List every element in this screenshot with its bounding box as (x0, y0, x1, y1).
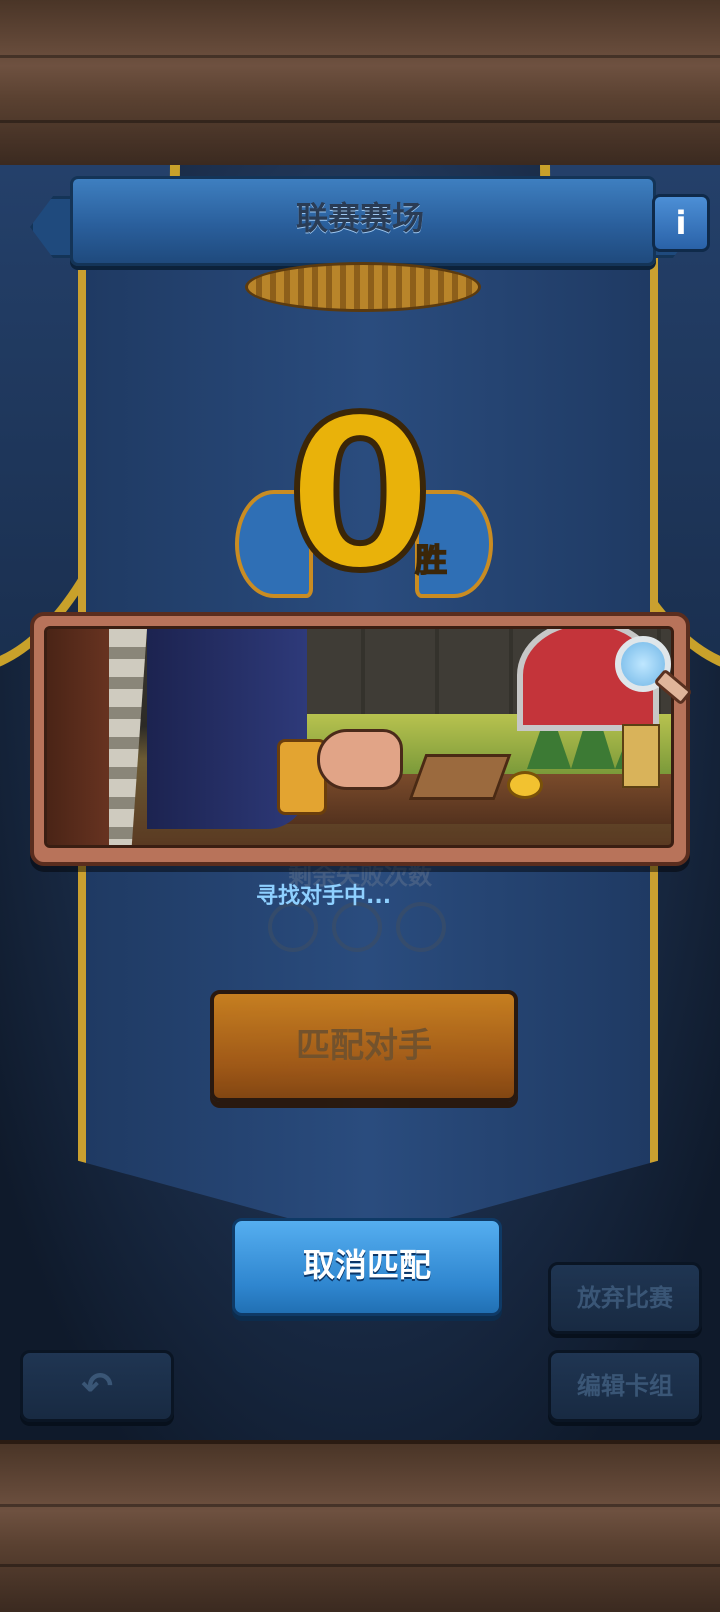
edit-deck-button[interactable]: 编辑卡组 (548, 1350, 702, 1422)
loss-slot (396, 902, 446, 952)
forfeit-button[interactable]: 放弃比赛 (548, 1262, 702, 1334)
match-opponent-button[interactable]: 匹配对手 (210, 990, 518, 1102)
cancel-match-button[interactable]: 取消匹配 (232, 1218, 502, 1316)
scene-coins (507, 771, 543, 799)
scene-shield (47, 629, 117, 845)
scene-castle (622, 724, 660, 788)
top-wood-frame (0, 0, 720, 169)
laurel-crown (245, 262, 481, 312)
matchmaking-illustration (44, 626, 674, 848)
wood-plank-line (0, 1504, 720, 1507)
wood-plank-line (0, 120, 720, 123)
wood-plank-line (0, 55, 720, 58)
scene-spikes (109, 629, 147, 845)
bottom-wood-frame (0, 1440, 720, 1612)
scene-card-stack (408, 754, 512, 800)
info-icon[interactable]: i (652, 194, 710, 252)
wood-plank-line (0, 1564, 720, 1567)
wins-label: 胜 (414, 540, 448, 580)
page-title: 联赛赛场 (295, 199, 424, 237)
scene-hand (317, 729, 403, 790)
searching-status: 寻找对手中... (256, 884, 392, 909)
back-arrow-icon[interactable]: ↶ (20, 1350, 174, 1422)
